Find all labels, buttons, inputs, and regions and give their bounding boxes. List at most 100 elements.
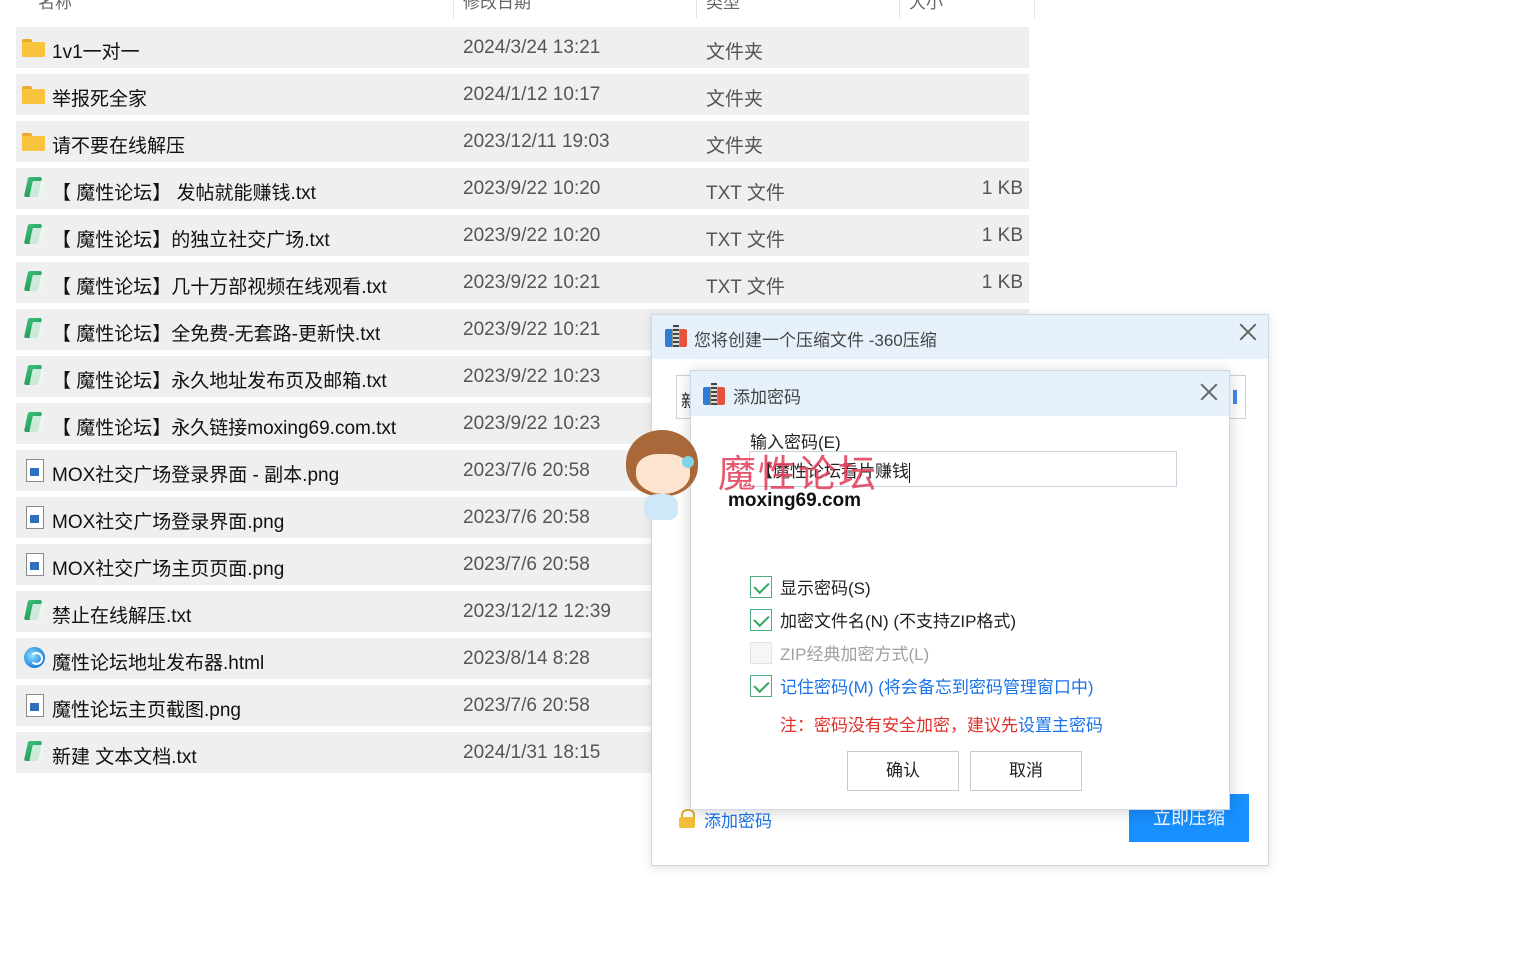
txt-icon — [22, 412, 46, 434]
file-name: 请不要在线解压 — [52, 136, 186, 157]
column-divider[interactable] — [1034, 0, 1035, 18]
text-caret — [909, 462, 910, 483]
file-row[interactable]: 【 魔性论坛】几十万部视频在线观看.txt 2023/9/22 10:21 TXT … — [16, 262, 1029, 303]
zip-classic-label: ZIP经典加密方式(L) — [780, 645, 930, 664]
txt-icon — [22, 224, 46, 246]
file-name: 禁止在线解压.txt — [52, 606, 192, 627]
file-type: TXT 文件 — [706, 183, 785, 204]
file-date: 2023/9/22 10:21 — [463, 319, 601, 340]
file-date: 2024/1/12 10:17 — [463, 84, 601, 105]
add-password-link[interactable]: 添加密码 — [704, 807, 772, 832]
file-size: 1 KB — [981, 272, 1023, 293]
txt-icon — [22, 271, 46, 293]
file-date: 2023/9/22 10:23 — [463, 413, 601, 434]
file-size: 1 KB — [981, 178, 1023, 199]
close-icon[interactable] — [1200, 383, 1218, 401]
file-date: 2023/9/22 10:20 — [463, 225, 601, 246]
file-name: 新建 文本文档.txt — [52, 747, 197, 768]
remember-password-option[interactable]: 记住密码(M) (将会备忘到密码管理窗口中) — [750, 673, 1094, 698]
txt-icon — [22, 600, 46, 622]
encrypt-filenames-label: 加密文件名(N) (不支持ZIP格式) — [780, 612, 1017, 631]
file-name: MOX社交广场登录界面 - 副本.png — [52, 465, 340, 486]
security-note-text: 注：密码没有安全加密，建议先 — [780, 716, 1018, 735]
folder-icon — [22, 83, 46, 105]
remember-password-label: 记住密码(M) (将会备忘到密码管理窗口中) — [780, 678, 1094, 697]
cancel-button[interactable]: 取消 — [970, 751, 1082, 791]
archive-app-icon — [665, 325, 687, 347]
png-icon — [22, 694, 46, 717]
remember-password-checkbox[interactable] — [750, 674, 772, 697]
unlock-icon — [678, 809, 696, 828]
file-name: 【 魔性论坛】 发帖就能赚钱.txt — [52, 183, 316, 204]
compress-dialog-title: 您将创建一个压缩文件 -360压缩 — [694, 331, 937, 350]
png-icon — [22, 553, 46, 576]
show-password-label: 显示密码(S) — [780, 579, 871, 598]
close-icon[interactable] — [1239, 323, 1257, 341]
file-name: 【 魔性论坛】全免费-无套路-更新快.txt — [52, 324, 381, 345]
file-date: 2023/9/22 10:23 — [463, 366, 601, 387]
file-date: 2023/9/22 10:21 — [463, 272, 601, 293]
file-list-header: 名称 修改日期 类型 大小 — [16, 0, 1036, 18]
file-name: 魔性论坛主页截图.png — [52, 700, 241, 721]
file-name: MOX社交广场登录界面.png — [52, 512, 285, 533]
txt-icon — [22, 177, 46, 199]
folder-icon — [22, 36, 46, 58]
archive-app-icon — [703, 383, 725, 405]
file-name: 【 魔性论坛】的独立社交广场.txt — [52, 230, 330, 251]
header-name[interactable]: 名称 — [38, 0, 72, 13]
column-divider[interactable] — [696, 0, 697, 18]
file-date: 2023/12/11 19:03 — [463, 131, 610, 152]
compress-dialog-titlebar[interactable]: 您将创建一个压缩文件 -360压缩 — [652, 315, 1268, 359]
file-date: 2023/12/12 12:39 — [463, 601, 611, 622]
zip-classic-checkbox — [750, 641, 772, 664]
file-date: 2024/1/31 18:15 — [463, 742, 601, 763]
browse-icon[interactable] — [1233, 390, 1237, 404]
show-password-checkbox[interactable] — [750, 575, 772, 598]
txt-icon — [22, 741, 46, 763]
file-row[interactable]: 【 魔性论坛】 发帖就能赚钱.txt 2023/9/22 10:20 TXT 文件 1… — [16, 168, 1029, 209]
watermark-mascot-icon — [622, 428, 712, 528]
file-date: 2023/7/6 20:58 — [463, 695, 590, 716]
header-type[interactable]: 类型 — [706, 0, 740, 13]
screen: 名称 修改日期 类型 大小 1v1一对一 2024/3/24 13:21 文件夹 举报… — [0, 0, 1536, 958]
file-date: 2023/7/6 20:58 — [463, 460, 590, 481]
file-name: MOX社交广场主页页面.png — [52, 559, 285, 580]
txt-icon — [22, 318, 46, 340]
file-type: 文件夹 — [706, 136, 764, 157]
file-row[interactable]: 请不要在线解压 2023/12/11 19:03 文件夹 — [16, 121, 1029, 162]
confirm-button[interactable]: 确认 — [847, 751, 959, 791]
file-name: 【 魔性论坛】永久链接moxing69.com.txt — [52, 418, 397, 439]
file-type: TXT 文件 — [706, 230, 785, 251]
file-date: 2024/3/24 13:21 — [463, 37, 601, 58]
file-name: 举报死全家 — [52, 89, 148, 110]
file-row[interactable]: 1v1一对一 2024/3/24 13:21 文件夹 — [16, 27, 1029, 68]
file-row[interactable]: 【 魔性论坛】的独立社交广场.txt 2023/9/22 10:20 TXT 文件 1… — [16, 215, 1029, 256]
encrypt-filenames-option[interactable]: 加密文件名(N) (不支持ZIP格式) — [750, 607, 1016, 632]
file-type: TXT 文件 — [706, 277, 785, 298]
column-divider[interactable] — [453, 0, 454, 18]
html-icon — [22, 647, 46, 669]
file-name: 【 魔性论坛】永久地址发布页及邮箱.txt — [52, 371, 387, 392]
txt-icon — [22, 365, 46, 387]
zip-classic-option: ZIP经典加密方式(L) — [750, 640, 929, 665]
file-type: 文件夹 — [706, 42, 764, 63]
file-date: 2023/7/6 20:58 — [463, 554, 590, 575]
file-size: 1 KB — [981, 225, 1023, 246]
password-dialog-titlebar[interactable]: 添加密码 — [691, 371, 1229, 416]
encrypt-filenames-checkbox[interactable] — [750, 608, 772, 631]
header-size[interactable]: 大小 — [909, 0, 943, 13]
file-row[interactable]: 举报死全家 2024/1/12 10:17 文件夹 — [16, 74, 1029, 115]
show-password-option[interactable]: 显示密码(S) — [750, 574, 871, 599]
security-note: 注：密码没有安全加密，建议先设置主密码 — [780, 711, 1103, 736]
png-icon — [22, 506, 46, 529]
file-type: 文件夹 — [706, 89, 764, 110]
file-name: 【 魔性论坛】几十万部视频在线观看.txt — [52, 277, 387, 298]
header-date[interactable]: 修改日期 — [463, 0, 531, 13]
column-divider[interactable] — [899, 0, 900, 18]
watermark-site: moxing69.com — [728, 490, 862, 511]
file-name: 1v1一对一 — [52, 42, 140, 63]
set-master-password-link[interactable]: 设置主密码 — [1018, 716, 1103, 735]
file-date: 2023/8/14 8:28 — [463, 648, 590, 669]
file-name: 魔性论坛地址发布器.html — [52, 653, 265, 674]
password-dialog-title: 添加密码 — [733, 388, 801, 407]
